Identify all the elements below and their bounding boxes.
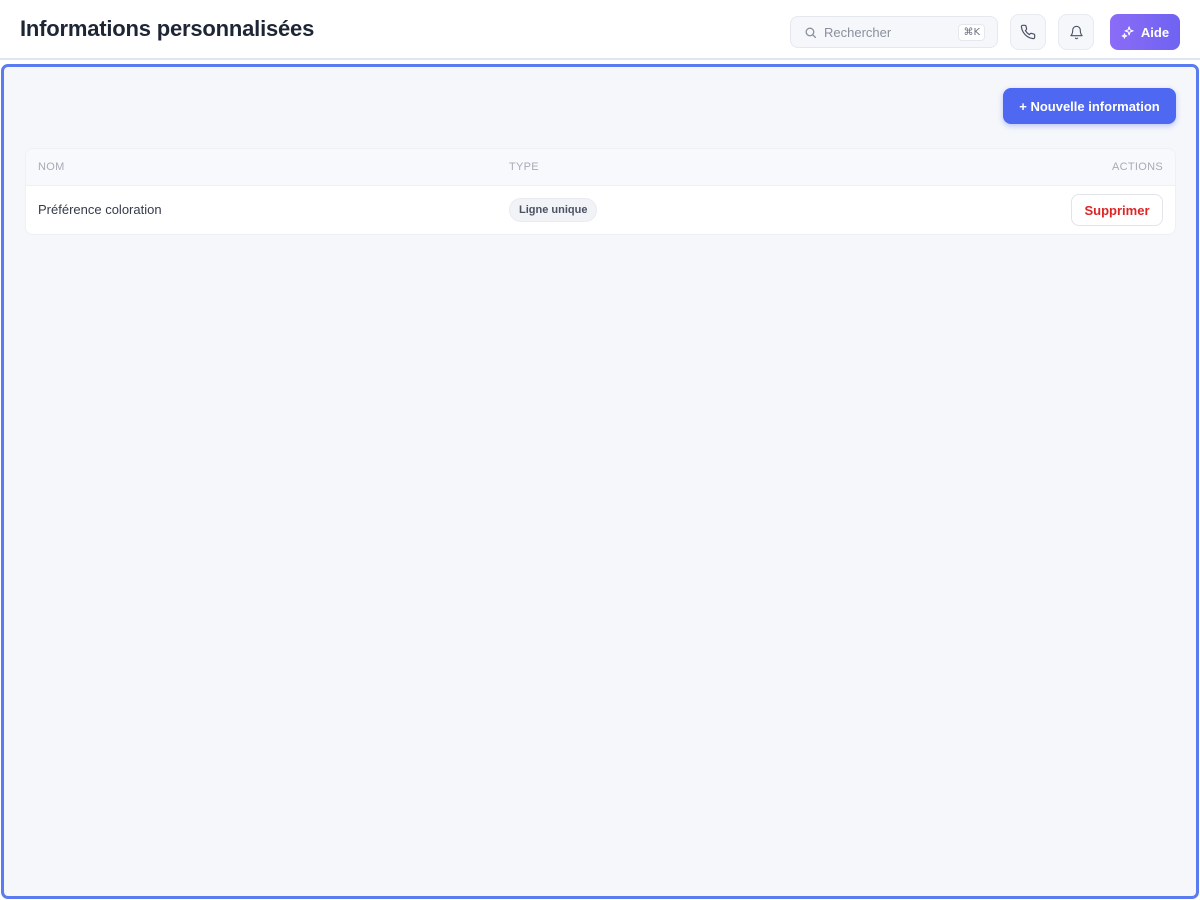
help-button-label: Aide <box>1140 24 1170 40</box>
top-bar: Informations personnalisées ⌘K Aide <box>0 0 1200 60</box>
search-box[interactable]: ⌘K <box>790 16 998 48</box>
bell-icon <box>1069 25 1083 39</box>
type-badge: Ligne unique <box>509 198 598 222</box>
phone-icon <box>1020 24 1036 40</box>
sparkles-icon <box>1121 25 1134 39</box>
column-header-actions: ACTIONS <box>1112 161 1163 173</box>
notifications-button[interactable] <box>1058 14 1094 50</box>
search-input[interactable] <box>824 24 954 40</box>
column-header-name: NOM <box>38 161 65 173</box>
search-icon <box>805 27 817 38</box>
phone-button[interactable] <box>1010 14 1046 50</box>
row-name: Préférence coloration <box>38 202 162 217</box>
table-header: NOM TYPE ACTIONS <box>26 149 1175 186</box>
new-information-button[interactable]: + Nouvelle information <box>1003 88 1176 124</box>
main-content: + Nouvelle information NOM TYPE ACTIONS … <box>1 64 1199 899</box>
delete-button[interactable]: Supprimer <box>1071 194 1163 226</box>
search-shortcut-badge: ⌘K <box>958 23 985 41</box>
column-header-type: TYPE <box>509 161 539 173</box>
page-title: Informations personnalisées <box>20 16 315 41</box>
table-row: Préférence coloration Ligne unique Suppr… <box>26 186 1175 234</box>
help-button[interactable]: Aide <box>1110 14 1180 50</box>
custom-info-table: NOM TYPE ACTIONS Préférence coloration L… <box>25 148 1176 235</box>
